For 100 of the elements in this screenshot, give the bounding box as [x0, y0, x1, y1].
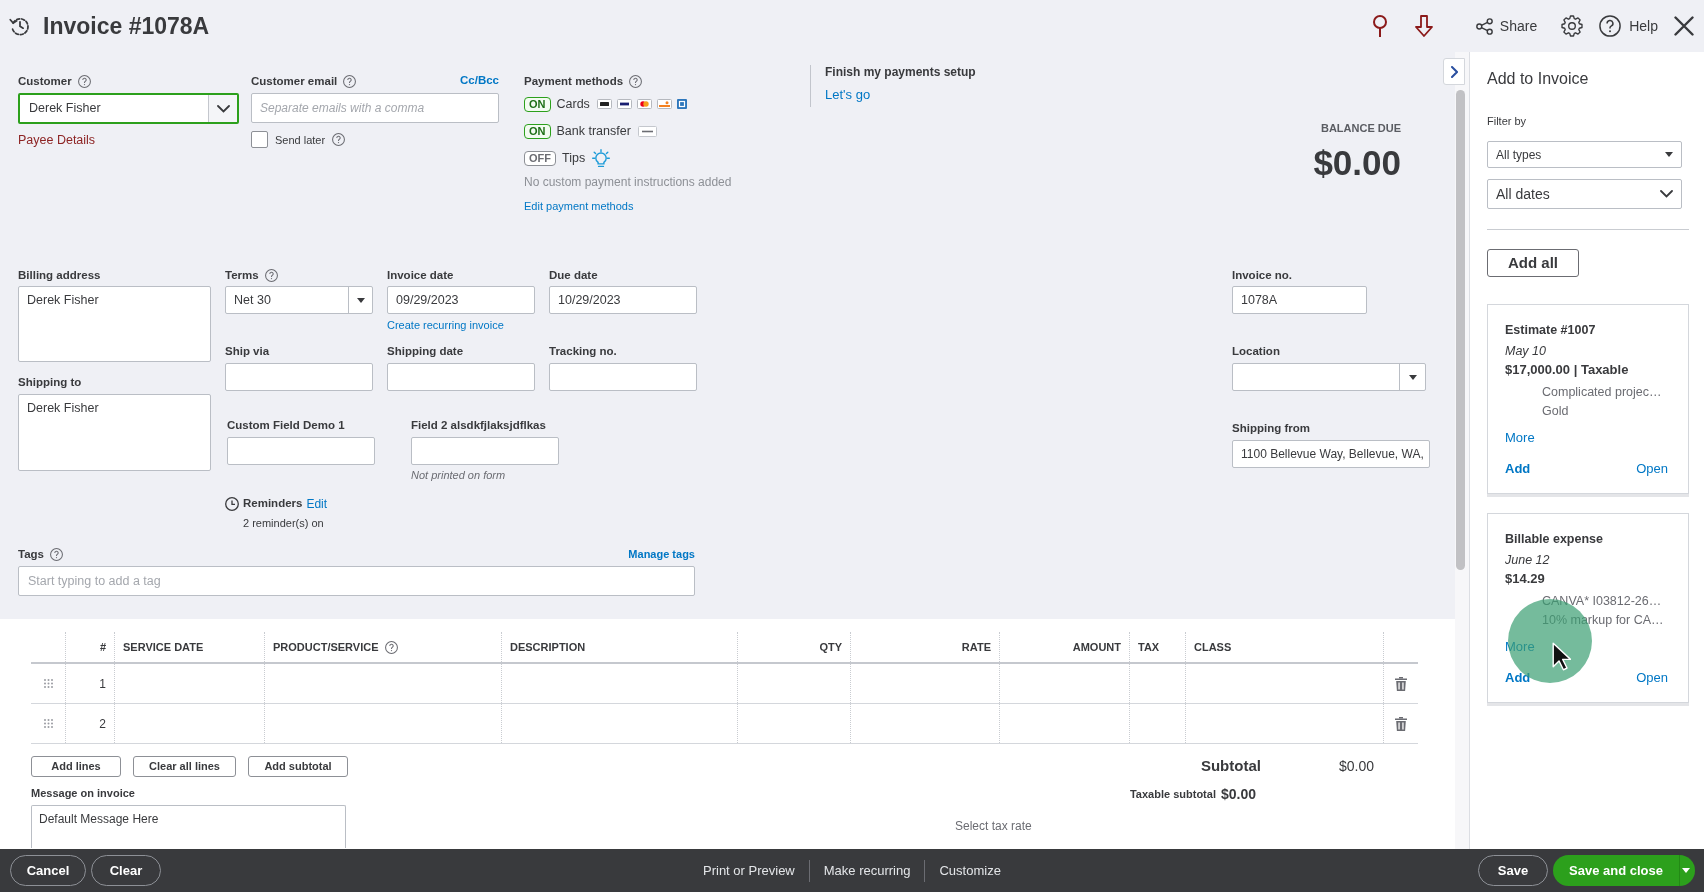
shipping-from-label: Shipping from: [1232, 421, 1310, 435]
help-icon[interactable]: [384, 640, 398, 654]
column-header: SERVICE DATE: [123, 639, 204, 655]
date-filter-select[interactable]: All dates: [1487, 179, 1682, 209]
terms-select[interactable]: Net 30: [225, 286, 373, 314]
toggle-switch[interactable]: OFF: [524, 150, 556, 166]
billing-address-field[interactable]: Derek Fisher: [18, 286, 211, 362]
lets-go-link[interactable]: Let's go: [825, 87, 871, 103]
open-link[interactable]: Open: [1636, 670, 1668, 686]
history-icon[interactable]: [9, 15, 31, 37]
caret-down-icon: [1682, 868, 1690, 873]
customer-email-field[interactable]: Separate emails with a comma: [251, 93, 499, 123]
message-label: Message on invoice: [31, 786, 135, 800]
card-logo-icon: [636, 99, 652, 109]
help-icon[interactable]: [332, 133, 346, 146]
more-link[interactable]: More: [1505, 430, 1535, 446]
invoice-no-field[interactable]: 1078A: [1232, 286, 1367, 314]
edit-payment-methods-link[interactable]: Edit payment methods: [524, 199, 634, 213]
billing-address-label: Billing address: [18, 268, 101, 282]
close-icon[interactable]: [1674, 16, 1694, 36]
clear-all-lines-button[interactable]: Clear all lines: [133, 756, 236, 777]
custom-field-input[interactable]: [411, 437, 559, 465]
trash-icon[interactable]: [1395, 716, 1407, 731]
edit-reminders-link[interactable]: Edit: [306, 495, 328, 513]
add-subtotal-button[interactable]: Add subtotal: [248, 756, 348, 777]
column-header: PRODUCT/SERVICE: [273, 639, 379, 655]
tax-rate-label: Select tax rate: [955, 819, 1032, 833]
shipping-from-field[interactable]: 1100 Bellevue Way, Bellevue, WA,: [1232, 440, 1430, 468]
dropdown-button[interactable]: [208, 95, 237, 122]
open-link[interactable]: Open: [1636, 461, 1668, 477]
add-all-button[interactable]: Add all: [1487, 249, 1579, 277]
collapse-panel-button[interactable]: [1443, 58, 1465, 85]
invoice-date-field[interactable]: 09/29/2023: [387, 286, 535, 314]
create-recurring-invoice-link[interactable]: Create recurring invoice: [387, 318, 504, 332]
invoice-title: Invoice #1078A: [43, 12, 210, 40]
chevron-down-icon: [1660, 190, 1673, 198]
drag-handle-icon[interactable]: [43, 679, 53, 688]
scrollbar-thumb[interactable]: [1456, 90, 1465, 570]
card-logo-icon: [616, 99, 632, 109]
due-date-field[interactable]: 10/29/2023: [549, 286, 697, 314]
card-amount: $14.29: [1505, 571, 1545, 587]
customer-combobox[interactable]: Derek Fisher: [18, 93, 239, 124]
card-logo-icon: [676, 99, 687, 109]
add-link[interactable]: Add: [1505, 461, 1531, 477]
reminders-status: 2 reminder(s) on: [243, 516, 324, 530]
custom-field-input[interactable]: [227, 437, 375, 465]
payment-method-name: Tips: [562, 150, 586, 166]
help-button[interactable]: Help: [1599, 15, 1658, 37]
taxable-subtotal-amount: $0.00: [1220, 784, 1256, 804]
arrow-down-icon[interactable]: [1414, 15, 1433, 37]
due-date-label: Due date: [549, 268, 598, 282]
payee-details-link[interactable]: Payee Details: [18, 132, 96, 148]
manage-tags-link[interactable]: Manage tags: [628, 545, 695, 563]
add-lines-button[interactable]: Add lines: [31, 756, 121, 777]
tracking-no-field[interactable]: [549, 363, 697, 391]
send-later-checkbox[interactable]: [251, 131, 268, 148]
trash-icon[interactable]: [1395, 676, 1407, 691]
column-header: CLASS: [1194, 639, 1232, 655]
message-field[interactable]: Default Message Here: [31, 805, 346, 848]
save-options-button[interactable]: [1679, 855, 1695, 886]
shipping-date-field[interactable]: [387, 363, 535, 391]
help-icon: [1599, 15, 1622, 37]
ship-via-field[interactable]: [225, 363, 373, 391]
invoice-no-label: Invoice no.: [1232, 268, 1293, 282]
share-button[interactable]: Share: [1475, 17, 1538, 35]
help-icon[interactable]: [343, 74, 357, 88]
card-detail: Complicated projec…: [1542, 384, 1662, 401]
field-note: Not printed on form: [411, 468, 506, 482]
payments-setup-title: Finish my payments setup: [825, 65, 976, 80]
subtotal-label: Subtotal: [1200, 756, 1261, 777]
add-link[interactable]: Add: [1505, 670, 1531, 686]
taxable-subtotal-label: Taxable subtotal: [1129, 786, 1216, 802]
cc-bcc-link[interactable]: Cc/Bcc: [460, 72, 499, 90]
balance-due-amount: $0.00: [1313, 143, 1401, 183]
toggle-switch[interactable]: ON: [524, 123, 551, 139]
card-date: June 12: [1505, 552, 1550, 568]
send-later-label: Send later: [275, 132, 326, 147]
make-recurring-button[interactable]: Make recurring: [809, 860, 925, 881]
help-icon[interactable]: [264, 268, 278, 282]
type-filter-select[interactable]: All types: [1487, 141, 1682, 168]
row-number: 1: [99, 675, 106, 693]
tags-label: Tags: [18, 547, 44, 561]
pin-icon[interactable]: [1372, 15, 1387, 37]
column-header: AMOUNT: [1072, 639, 1121, 655]
column-header: TAX: [1138, 639, 1160, 655]
settings-icon[interactable]: [1561, 15, 1584, 37]
tags-field[interactable]: Start typing to add a tag: [18, 566, 695, 596]
customize-button[interactable]: Customize: [925, 860, 1015, 881]
toggle-switch[interactable]: ON: [524, 96, 551, 112]
help-icon[interactable]: [50, 547, 63, 561]
caret-down-icon: [356, 297, 365, 303]
balance-due-label: BALANCE DUE: [1320, 121, 1401, 135]
drag-handle-icon[interactable]: [43, 719, 53, 728]
print-preview-button[interactable]: Print or Preview: [689, 860, 809, 881]
card-title: Billable expense: [1505, 531, 1603, 547]
help-icon[interactable]: [629, 74, 643, 88]
location-label: Location: [1232, 344, 1280, 358]
ship-via-label: Ship via: [225, 344, 270, 358]
help-icon[interactable]: [77, 74, 91, 88]
shipping-to-field[interactable]: Derek Fisher: [18, 394, 211, 471]
